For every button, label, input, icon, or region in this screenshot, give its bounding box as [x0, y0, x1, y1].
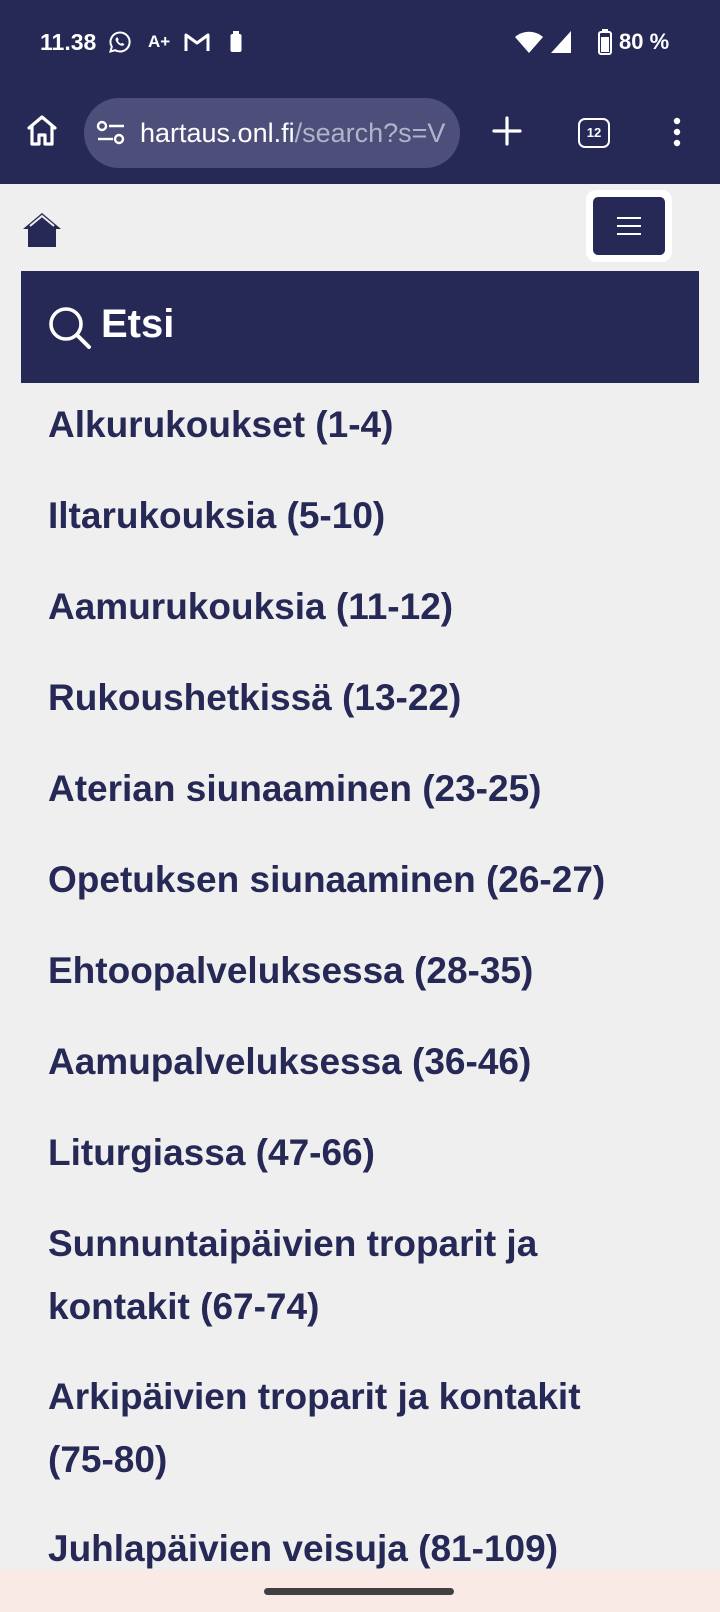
new-tab-icon[interactable]	[492, 116, 522, 146]
search-title: Etsi	[101, 302, 175, 346]
search-icon	[49, 307, 91, 349]
category-link[interactable]: Aamurukouksia (11-12)	[48, 575, 688, 638]
browser-toolbar: hartaus.onl.fi/search?s=V 12	[0, 84, 720, 184]
more-options-icon[interactable]	[672, 116, 682, 148]
site-settings-icon[interactable]	[96, 119, 126, 147]
search-header[interactable]: Etsi	[21, 271, 699, 383]
category-link[interactable]: Liturgiassa (47-66)	[48, 1121, 688, 1184]
url-host: hartaus.onl.fi	[140, 118, 295, 148]
status-bar: 11.38 A+ 80 %	[0, 0, 720, 84]
url-text[interactable]: hartaus.onl.fi/search?s=V	[140, 115, 454, 151]
hamburger-line	[617, 225, 641, 227]
category-link[interactable]: Arkipäivien troparit ja kontakit (75-80)	[48, 1365, 648, 1491]
hamburger-line	[617, 233, 641, 235]
wifi-icon	[515, 31, 543, 53]
gmail-icon	[184, 33, 210, 51]
home-icon[interactable]	[24, 112, 60, 148]
cellular-signal-icon	[551, 31, 571, 53]
gesture-navigation-bar	[0, 1570, 720, 1612]
url-path: /search?s=V	[294, 118, 446, 148]
web-page: Etsi Alkurukoukset (1-4) Iltarukouksia (…	[0, 184, 720, 1570]
hamburger-line	[617, 217, 641, 219]
hamburger-icon[interactable]	[593, 197, 665, 255]
category-link[interactable]: Iltarukouksia (5-10)	[48, 484, 688, 547]
whatsapp-icon	[109, 31, 131, 53]
menu-button[interactable]	[586, 190, 672, 262]
category-link[interactable]: Aamupalveluksessa (36-46)	[48, 1030, 688, 1093]
site-home-icon[interactable]	[22, 210, 62, 250]
category-link[interactable]: Opetuksen siunaaminen (26-27)	[48, 848, 688, 911]
browser-chrome: 11.38 A+ 80 % hartaus.onl.fi/search?s=V …	[0, 0, 720, 184]
gesture-handle[interactable]	[264, 1588, 454, 1595]
font-size-icon: A+	[148, 32, 171, 51]
category-link[interactable]: Aterian siunaaminen (23-25)	[48, 757, 688, 820]
address-bar[interactable]: hartaus.onl.fi/search?s=V	[84, 98, 460, 168]
battery-icon	[598, 29, 612, 55]
category-link[interactable]: Alkurukoukset (1-4)	[48, 393, 688, 456]
category-link[interactable]: Ehtoopalveluksessa (28-35)	[48, 939, 688, 1002]
status-time: 11.38	[40, 29, 97, 55]
battery-saver-icon	[230, 31, 242, 52]
category-link[interactable]: Sunnuntaipäivien troparit ja kontakit (6…	[48, 1212, 608, 1338]
battery-percentage: 80 %	[619, 29, 670, 54]
tab-switcher-icon[interactable]: 12	[578, 118, 610, 148]
category-link[interactable]: Rukoushetkissä (13-22)	[48, 666, 688, 729]
